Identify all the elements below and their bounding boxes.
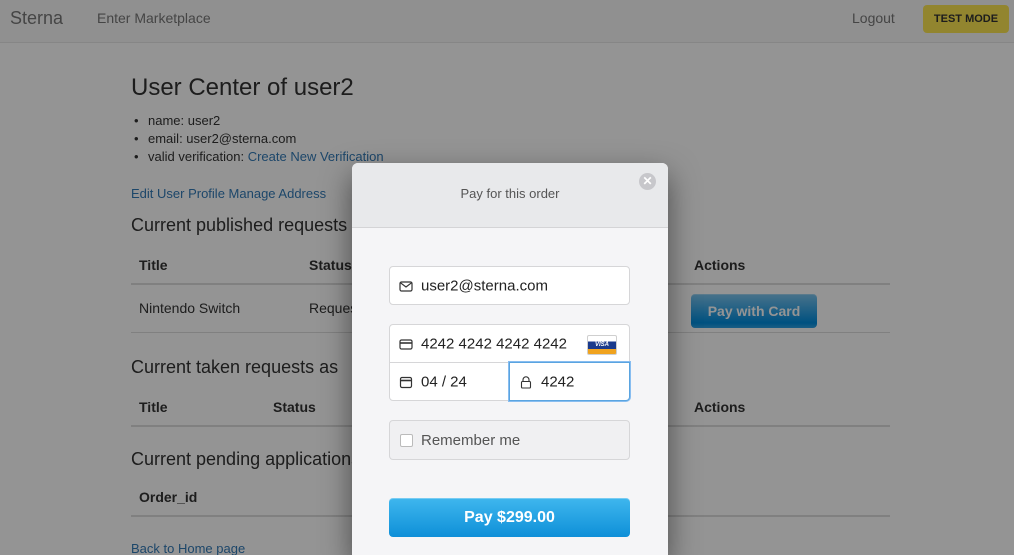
credit-card-icon: [399, 338, 413, 350]
close-icon[interactable]: ✕: [639, 173, 656, 190]
pay-button[interactable]: Pay $299.00: [389, 498, 630, 537]
checkout-header: Pay for this order ✕: [352, 163, 668, 228]
email-field[interactable]: user2@sterna.com: [389, 266, 630, 305]
card-number-value: 4242 4242 4242 4242: [421, 335, 567, 352]
expiry-value: 04 / 24: [421, 373, 467, 390]
cvc-value: 4242: [541, 373, 575, 390]
checkout-modal: Pay for this order ✕ user2@sterna.com 42…: [352, 163, 668, 555]
card-number-field[interactable]: 4242 4242 4242 4242 VISA: [389, 324, 630, 363]
expiry-field[interactable]: 04 / 24: [389, 362, 510, 401]
lock-icon: [520, 375, 532, 389]
checkout-title: Pay for this order: [460, 186, 560, 201]
email-value: user2@sterna.com: [421, 277, 548, 294]
envelope-icon: [399, 280, 413, 292]
remember-me-toggle[interactable]: Remember me: [389, 420, 630, 460]
calendar-icon: [399, 376, 413, 388]
cvc-field[interactable]: 4242: [509, 362, 630, 401]
remember-me-checkbox[interactable]: [400, 434, 413, 447]
remember-me-label: Remember me: [421, 432, 521, 449]
visa-card-icon: VISA: [587, 335, 617, 355]
